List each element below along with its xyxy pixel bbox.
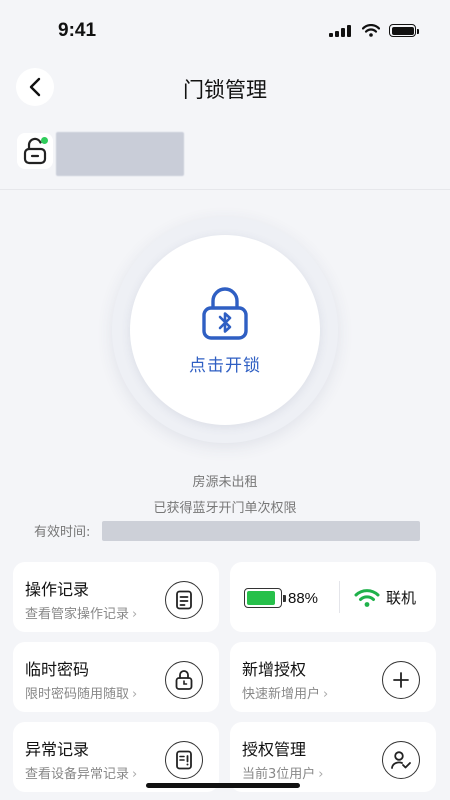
unlock-ring: 点击开锁: [112, 217, 338, 443]
chevron-right-icon: ›: [318, 767, 324, 782]
online-indicator: [41, 137, 48, 144]
network-label: 联机: [386, 589, 417, 607]
battery-percent: 88%: [288, 589, 319, 607]
cellular-signal-icon: [329, 24, 353, 37]
temp-password-button[interactable]: [165, 661, 203, 699]
exception-records-button[interactable]: [165, 741, 203, 779]
card-temp-password[interactable]: 临时密码 限时密码随用随取 ›: [13, 642, 219, 712]
wifi-status-icon: [362, 24, 380, 37]
unlock-label: 点击开锁: [189, 355, 261, 376]
card-subtitle: 快速新增用户 ›: [242, 687, 329, 702]
card-operation-records[interactable]: 操作记录 查看管家操作记录 ›: [13, 562, 219, 632]
battery-status-icon: [389, 24, 419, 37]
permission-status: 已获得蓝牙开门单次权限: [153, 501, 297, 516]
card-authorization-management[interactable]: 授权管理 当前3位用户 ›: [230, 722, 436, 792]
chevron-right-icon: ›: [132, 767, 138, 782]
page-title: 门锁管理: [183, 78, 267, 102]
wifi-icon: [354, 588, 380, 607]
unlock-button[interactable]: 点击开锁: [130, 235, 320, 425]
alert-document-icon: [176, 750, 192, 770]
chevron-right-icon: ›: [323, 687, 329, 702]
document-icon: [176, 590, 192, 610]
card-subtitle: 当前3位用户 ›: [242, 767, 324, 782]
device-name-redacted: [56, 132, 184, 176]
chevron-right-icon: ›: [132, 607, 138, 622]
card-title: 操作记录: [25, 580, 90, 599]
battery-icon: [244, 588, 286, 608]
card-new-authorization[interactable]: 新增授权 快速新增用户 ›: [230, 642, 436, 712]
nav-bar: 门锁管理: [0, 56, 450, 120]
new-authorization-button[interactable]: [382, 661, 420, 699]
user-check-icon: [391, 751, 411, 769]
status-icons: [329, 24, 419, 37]
card-subtitle: 查看设备异常记录 ›: [25, 767, 138, 782]
valid-time-row: 有效时间:: [34, 520, 420, 541]
card-device-status: 88% 联机: [230, 562, 436, 632]
network-status: 联机: [354, 587, 416, 608]
plus-icon: [393, 672, 409, 688]
unlock-area: 点击开锁 房源未出租 已获得蓝牙开门单次权限 有效时间:: [0, 191, 450, 561]
status-divider: [339, 581, 340, 613]
card-title: 新增授权: [242, 660, 307, 679]
valid-time-redacted: [102, 521, 420, 541]
valid-time-label: 有效时间:: [34, 524, 91, 540]
card-exception-records[interactable]: 异常记录 查看设备异常记录 ›: [13, 722, 219, 792]
device-row: [0, 120, 450, 190]
status-bar: 9:41: [0, 0, 450, 56]
lock-clock-icon: [175, 670, 193, 690]
card-title: 异常记录: [25, 740, 90, 759]
bluetooth-lock-icon: [202, 286, 248, 340]
battery-status: 88%: [244, 588, 318, 608]
chevron-right-icon: ›: [132, 687, 138, 702]
card-subtitle: 限时密码随用随取 ›: [25, 687, 138, 702]
card-subtitle: 查看管家操作记录 ›: [25, 607, 138, 622]
room-status: 房源未出租: [192, 475, 258, 490]
home-indicator[interactable]: [146, 783, 300, 788]
card-title: 临时密码: [25, 660, 90, 679]
device-avatar: [17, 133, 53, 169]
operation-records-button[interactable]: [165, 581, 203, 619]
card-title: 授权管理: [242, 740, 307, 759]
authorization-management-button[interactable]: [382, 741, 420, 779]
status-time: 9:41: [58, 20, 97, 41]
